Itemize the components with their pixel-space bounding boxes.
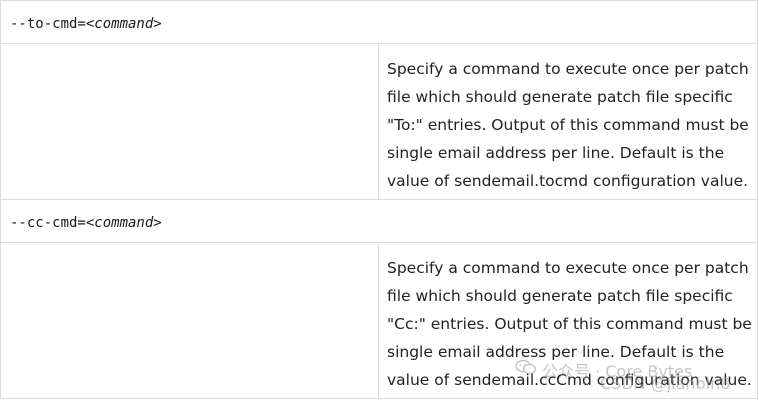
wechat-icon (515, 359, 537, 375)
option-cell: --to-cmd=<command> (0, 0, 758, 44)
description-line: file which should generate patch file sp… (387, 88, 733, 106)
option-row-to-cmd: --to-cmd=<command> (0, 0, 758, 44)
option-cell: --cc-cmd=<command> (0, 199, 758, 243)
option-prefix: --cc-cmd= (10, 214, 86, 231)
description-line: file which should generate patch file sp… (387, 287, 733, 305)
option-param: <command> (85, 214, 162, 231)
description-line: "Cc:" entries. Output of this command mu… (387, 315, 752, 333)
option-prefix: --to-cmd= (10, 15, 86, 32)
description-row-to-cmd: Specify a command to execute once per pa… (0, 43, 758, 200)
description-line: "To:" entries. Output of this command mu… (387, 116, 749, 134)
empty-cell (0, 242, 379, 399)
option-name-to-cmd: --to-cmd=<command> (10, 16, 162, 32)
watermark-author: CSDN @jianbin8 (600, 374, 731, 393)
description-cell-to-cmd: Specify a command to execute once per pa… (378, 43, 758, 200)
option-row-cc-cmd: --cc-cmd=<command> (0, 199, 758, 243)
description-line: Specify a command to execute once per pa… (387, 259, 749, 277)
option-name-cc-cmd: --cc-cmd=<command> (10, 215, 162, 231)
description-line: value of sendemail.tocmd configuration v… (387, 172, 749, 190)
empty-cell (0, 43, 379, 200)
description-line: single email address per line. Default i… (387, 144, 725, 162)
options-table: --to-cmd=<command> Specify a command to … (0, 0, 758, 399)
description-line: Specify a command to execute once per pa… (387, 60, 749, 78)
option-param: <command> (85, 15, 162, 32)
